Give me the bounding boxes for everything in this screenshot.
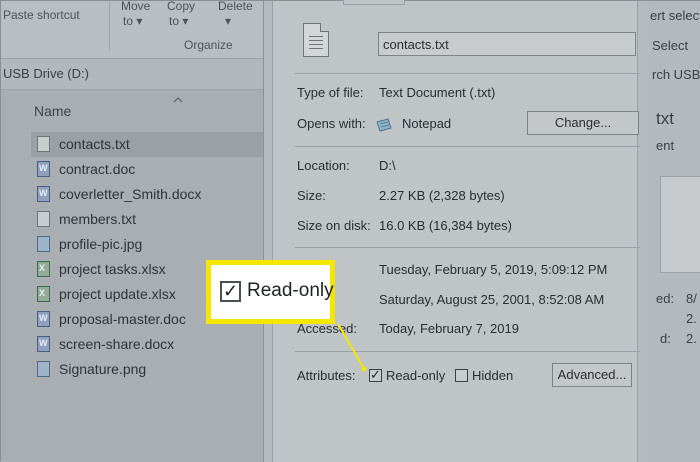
file-name: project tasks.xlsx <box>59 261 166 277</box>
detail-value-3: 2. <box>686 331 697 346</box>
preview-subtitle-partial: ent <box>656 138 675 153</box>
image-file-icon <box>37 361 50 377</box>
location-value: D:\ <box>379 158 396 173</box>
modified-value: Saturday, August 25, 2001, 8:52:08 AM <box>379 292 605 307</box>
preview-page <box>660 176 700 273</box>
word-file-icon: W <box>37 311 50 327</box>
copy-to-button[interactable]: Copy <box>167 0 195 13</box>
file-name: contract.doc <box>59 161 136 177</box>
excel-file-icon: X <box>37 261 50 277</box>
file-name: contacts.txt <box>59 136 130 152</box>
file-name: project update.xlsx <box>59 286 176 302</box>
hidden-checkbox[interactable] <box>455 369 468 382</box>
accessed-value: Today, February 7, 2019 <box>379 321 519 336</box>
divider <box>295 247 640 248</box>
select-group-label: Select <box>652 38 689 53</box>
read-only-checkbox[interactable]: ✓ <box>369 367 382 382</box>
organize-group-label: Organize <box>184 38 233 52</box>
detail-value-1: 8/ <box>686 291 697 306</box>
image-file-icon <box>37 236 50 252</box>
file-row[interactable]: members.txt <box>31 207 263 232</box>
copy-to-sub-label: to ▾ <box>169 14 189 28</box>
file-name: profile-pic.jpg <box>59 236 143 252</box>
size-on-disk-value: 16.0 KB (16,384 bytes) <box>379 218 512 233</box>
explorer-ribbon: Paste shortcut Move to ▾ Copy to ▾ Delet… <box>1 0 263 59</box>
notepad-icon <box>376 118 392 132</box>
read-only-callout: ✓ Read-only <box>206 260 335 324</box>
size-on-disk-label: Size on disk: <box>297 218 371 233</box>
file-row[interactable]: Signature.png <box>31 357 263 382</box>
callout-checkbox: ✓ <box>220 281 241 302</box>
file-name: Signature.png <box>59 361 147 377</box>
preview-title-partial: txt <box>656 109 674 128</box>
sort-ascending-icon <box>173 97 183 103</box>
divider <box>295 73 640 74</box>
details-panel: contacts.txt Type of file: Text Document… <box>272 0 640 462</box>
file-row[interactable]: profile-pic.jpg <box>31 232 263 257</box>
excel-file-icon: X <box>37 286 50 302</box>
search-box-partial[interactable]: rch USB <box>652 67 700 82</box>
word-file-icon: W <box>37 161 50 177</box>
file-row[interactable]: contacts.txt <box>31 132 263 157</box>
word-file-icon: W <box>37 186 50 202</box>
file-name: members.txt <box>59 211 137 227</box>
attributes-label: Attributes: <box>297 368 356 383</box>
opens-with-label: Opens with: <box>297 116 366 131</box>
callout-label: Read-only <box>247 280 334 301</box>
move-to-sub-label: to ▾ <box>123 14 143 28</box>
location-label: Location: <box>297 158 350 173</box>
ribbon-separator <box>109 1 110 51</box>
select-label: ert select <box>650 8 700 23</box>
change-button[interactable]: Change... <box>527 111 639 135</box>
divider <box>295 351 640 352</box>
properties-dialog: contacts.txt Type of file: Text Document… <box>263 0 649 462</box>
address-bar[interactable]: USB Drive (D:) <box>1 59 263 90</box>
text-file-icon <box>303 23 329 57</box>
column-header-name[interactable]: Name <box>34 103 71 119</box>
read-only-label[interactable]: Read-only <box>386 368 445 383</box>
file-name: screen-share.docx <box>59 336 175 352</box>
delete-button[interactable]: Delete <box>218 0 253 13</box>
detail-label-1: ed: <box>656 291 675 306</box>
advanced-button[interactable]: Advanced... <box>552 363 632 387</box>
word-file-icon: W <box>37 336 50 352</box>
hidden-label[interactable]: Hidden <box>472 368 513 383</box>
text-file-icon <box>37 211 50 227</box>
screenshot-frame: Paste shortcut Move to ▾ Copy to ▾ Delet… <box>0 0 700 462</box>
text-file-icon <box>37 136 50 152</box>
divider <box>295 146 640 147</box>
tab-details[interactable] <box>343 0 405 5</box>
move-to-button[interactable]: Move <box>121 0 150 13</box>
opens-with-value: Notepad <box>402 116 452 131</box>
detail-label-2: d: <box>660 331 671 346</box>
file-row[interactable]: Wscreen-share.docx <box>31 332 263 357</box>
size-label: Size: <box>297 188 326 203</box>
size-value: 2.27 KB (2,328 bytes) <box>379 188 505 203</box>
delete-dropdown-icon[interactable]: ▾ <box>225 14 231 28</box>
created-value: Tuesday, February 5, 2019, 5:09:12 PM <box>379 262 608 277</box>
type-of-file-value: Text Document (.txt) <box>379 85 496 100</box>
detail-value-2: 2. <box>686 311 697 326</box>
file-name: proposal-master.doc <box>59 311 186 327</box>
type-of-file-label: Type of file: <box>297 85 364 100</box>
paste-shortcut-button[interactable]: Paste shortcut <box>3 8 80 22</box>
address-path: USB Drive (D:) <box>3 66 89 81</box>
file-row[interactable]: Wcontract.doc <box>31 157 263 182</box>
file-name: coverletter_Smith.docx <box>59 186 202 202</box>
file-row[interactable]: Wcoverletter_Smith.docx <box>31 182 263 207</box>
file-name-field[interactable]: contacts.txt <box>378 32 636 56</box>
